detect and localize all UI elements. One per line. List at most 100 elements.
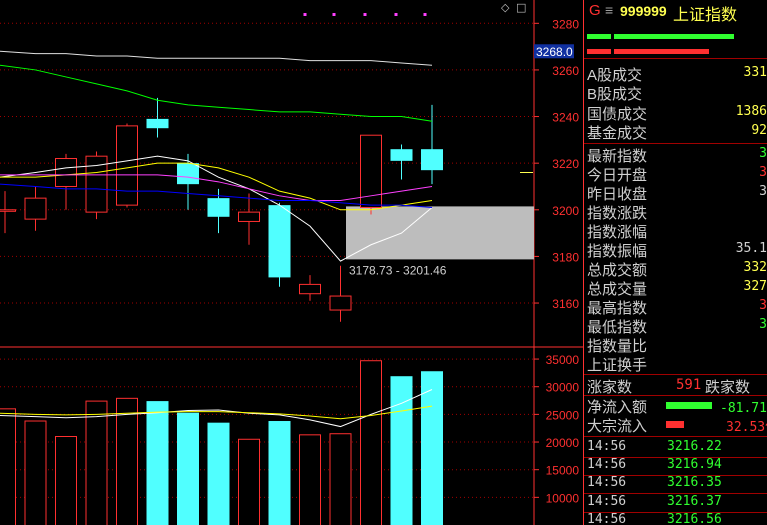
stat-row: 最低指数 3 <box>584 316 767 336</box>
tick-row[interactable]: 14:56 3216.37 <box>584 494 767 513</box>
price-tick-label: 3280 <box>552 17 579 31</box>
stat-label: 昨日收盘 <box>587 186 648 203</box>
tick-time: 14:56 <box>587 475 627 491</box>
volume-bar <box>85 400 108 525</box>
kline-chart[interactable]: 3280 3260 3240 3220 3200 3180 3160 35000 30000 25… <box>0 0 584 525</box>
flow-row: 大宗流入 32.53亿 <box>584 415 767 435</box>
stat-value: 332 <box>743 260 767 275</box>
stat-row: 指数量比 <box>584 335 767 355</box>
down-count-label: 跌家数 <box>705 379 751 396</box>
stat-value: 327 <box>743 279 767 294</box>
stat-label: 指数涨幅 <box>587 224 648 241</box>
price-tick-label: 3260 <box>552 64 579 78</box>
flow-label: 大宗流入 <box>587 418 648 435</box>
stat-label: 基金成交 <box>587 124 648 142</box>
tick-price: 3216.37 <box>667 493 722 509</box>
stat-row: 国债成交 1386 <box>584 103 767 123</box>
tick-row[interactable]: 14:56 3216.56 <box>584 512 767 525</box>
range-selection <box>346 206 534 260</box>
volume-tick-label: 35000 <box>546 353 580 367</box>
stat-label: 指数涨跌 <box>587 205 648 222</box>
flow-value: -81.71亿 <box>720 401 767 416</box>
stat-row: B股成交 <box>584 83 767 104</box>
flow-label: 净流入额 <box>587 399 648 416</box>
range-selection-label: 3178.73 - 3201.46 <box>349 263 447 277</box>
volume-bar <box>177 412 199 525</box>
tick-time: 14:56 <box>587 439 627 454</box>
stat-value: 35.1 <box>735 241 767 256</box>
tick-row[interactable]: 14:56 3216.35 <box>584 475 767 494</box>
price-tick-label: 3220 <box>552 157 579 171</box>
price-tick-label: 3200 <box>552 204 579 218</box>
volume-bar <box>238 438 260 525</box>
stat-row: 最高指数 3 <box>584 297 767 317</box>
stat-label: 指数振幅 <box>587 243 648 260</box>
volume-tick-label: 20000 <box>546 436 580 450</box>
stat-value: 3 <box>759 165 767 180</box>
stat-row: 指数涨跌 <box>584 202 767 222</box>
candle-body <box>55 158 77 187</box>
stat-label: 今日开盘 <box>587 167 648 184</box>
stat-row: 基金成交 92 <box>584 122 767 142</box>
stat-value: 3 <box>759 184 767 199</box>
price-ma60-line <box>0 64 433 122</box>
stat-row: 指数涨幅 <box>584 221 767 241</box>
stat-value: 3 <box>759 298 767 313</box>
tick-price: 3216.22 <box>667 439 722 454</box>
stat-label: 最低指数 <box>587 319 648 336</box>
indicator-dot <box>332 13 336 16</box>
volume-bar <box>207 422 230 525</box>
volume-tick-label: 15000 <box>546 464 580 478</box>
tick-time: 14:56 <box>587 493 627 509</box>
flow-value: 32.53亿 <box>726 420 767 435</box>
volume-bar <box>24 420 47 525</box>
tick-price: 3216.94 <box>667 457 722 473</box>
candle-body <box>238 211 260 222</box>
volume-bar <box>390 376 413 525</box>
stat-label: A股成交 <box>587 67 643 84</box>
tick-row[interactable]: 14:56 3216.94 <box>584 457 767 476</box>
advance-decline-row: 涨家数 591 跌家数 <box>584 374 767 396</box>
stat-label: 最新指数 <box>587 148 648 165</box>
group-label[interactable]: G <box>589 2 601 19</box>
candle-body <box>421 149 443 171</box>
buy-sell-bar <box>587 49 611 54</box>
price-tick-label: 3160 <box>552 297 579 311</box>
square-icon[interactable]: □ <box>516 1 526 14</box>
indicator-dot <box>423 13 427 16</box>
buy-sell-bar <box>587 34 611 39</box>
indicator-dot <box>394 13 398 16</box>
flow-bar <box>666 421 684 428</box>
volume-bar <box>55 436 77 525</box>
stat-value: 1386 <box>735 103 767 119</box>
volume-tick-label: 10000 <box>546 491 580 505</box>
volume-bar <box>268 421 291 525</box>
candle-body <box>0 209 16 212</box>
volume-bar <box>0 408 16 525</box>
tick-time: 14:56 <box>587 511 627 525</box>
candle-body <box>299 283 321 295</box>
up-count: 591 <box>676 377 702 393</box>
menu-icon[interactable]: ≡ <box>605 2 613 18</box>
tick-row[interactable]: 14:56 3216.22 <box>584 439 767 458</box>
stat-label: 总成交量 <box>587 281 648 298</box>
tick-time: 14:56 <box>587 457 627 473</box>
stat-label: 上证换手 <box>587 357 648 374</box>
stat-label: 国债成交 <box>587 105 648 123</box>
diamond-icon[interactable]: ◇ <box>501 1 510 14</box>
price-tick-label: 3180 <box>552 250 579 264</box>
tick-price: 3216.35 <box>667 475 722 491</box>
flow-row: 净流入额 -81.71亿 <box>584 396 767 416</box>
up-count-label: 涨家数 <box>587 379 633 396</box>
volume-bar <box>329 433 352 525</box>
volume-bar <box>360 360 382 525</box>
stock-code: 999999 <box>620 3 667 19</box>
buy-sell-bar <box>614 49 709 54</box>
candle-body <box>146 118 169 129</box>
stat-value: 92 <box>751 122 767 138</box>
indicator-dot <box>363 13 367 16</box>
stat-label: B股成交 <box>587 86 643 104</box>
price-tick-label: 3240 <box>552 111 579 125</box>
volume-tick-label: 25000 <box>546 408 580 422</box>
panel-header: G ≡ 999999 上证指数 <box>584 0 767 24</box>
